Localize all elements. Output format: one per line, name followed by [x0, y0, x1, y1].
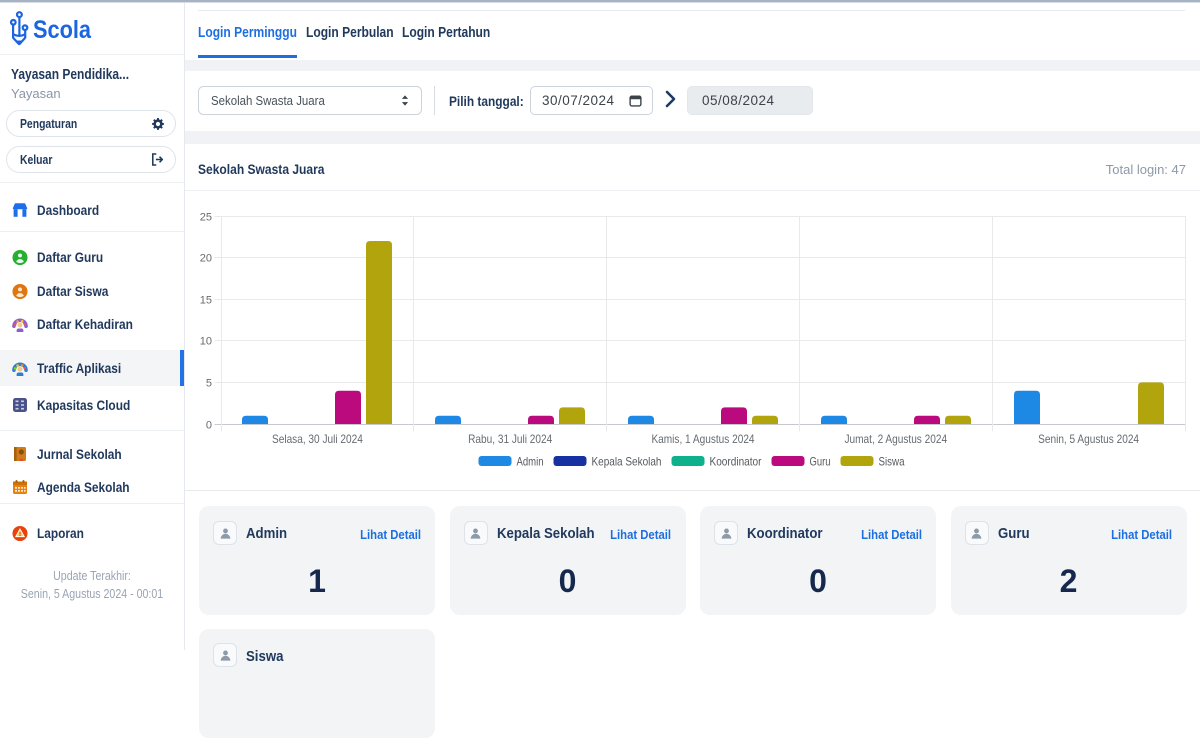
svg-text:Selasa, 30 Juli 2024: Selasa, 30 Juli 2024	[272, 432, 363, 446]
svg-text:5: 5	[206, 378, 212, 390]
svg-text:0: 0	[206, 420, 212, 432]
svg-text:25: 25	[200, 212, 212, 224]
svg-text:Guru: Guru	[810, 455, 831, 469]
svg-text:10: 10	[200, 336, 212, 348]
svg-text:20: 20	[200, 253, 212, 265]
svg-text:Kamis, 1 Agustus 2024: Kamis, 1 Agustus 2024	[651, 432, 754, 446]
svg-text:Admin: Admin	[517, 455, 544, 469]
svg-text:Jumat, 2 Agustus 2024: Jumat, 2 Agustus 2024	[845, 432, 948, 446]
svg-text:Rabu, 31 Juli 2024: Rabu, 31 Juli 2024	[468, 432, 552, 446]
svg-text:Koordinator: Koordinator	[710, 455, 762, 469]
svg-text:Senin, 5 Agustus 2024: Senin, 5 Agustus 2024	[1038, 432, 1139, 446]
svg-text:Kepala Sekolah: Kepala Sekolah	[592, 455, 662, 469]
svg-text:Siswa: Siswa	[879, 455, 905, 469]
svg-text:15: 15	[200, 295, 212, 307]
